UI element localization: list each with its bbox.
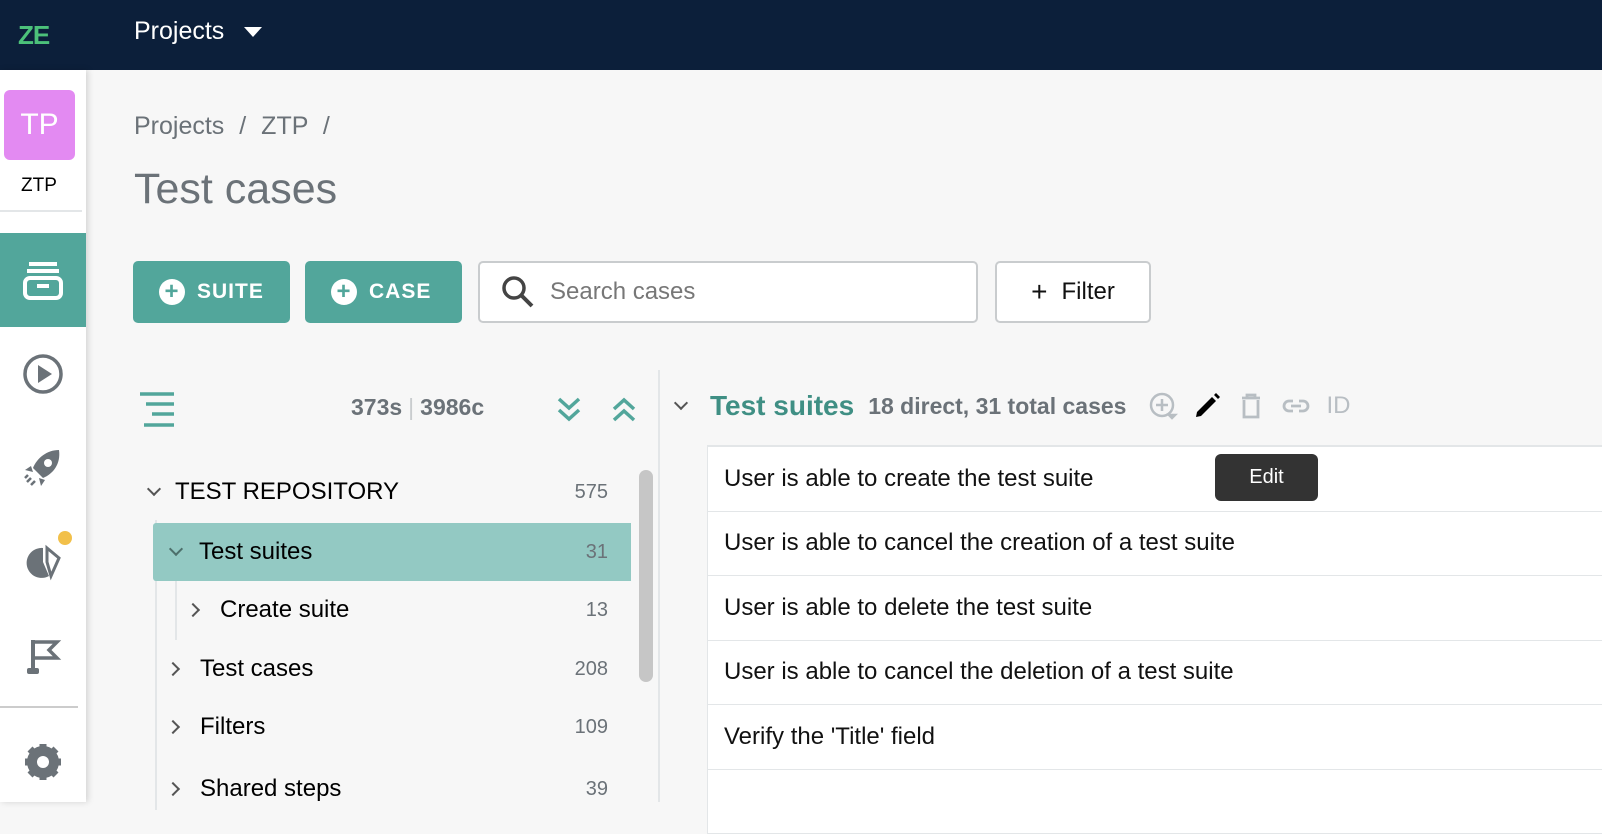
- panel-divider[interactable]: [658, 370, 660, 802]
- nav-settings[interactable]: [0, 715, 86, 809]
- chevron-right-icon[interactable]: [166, 720, 180, 734]
- tree-label: Filters: [200, 713, 265, 741]
- filter-button[interactable]: + Filter: [995, 261, 1151, 323]
- tree-item-test-suites[interactable]: Test suites 31: [153, 523, 631, 581]
- nav-releases[interactable]: [0, 421, 86, 515]
- suite-header: Test suites 18 direct, 31 total cases ID: [676, 390, 1350, 422]
- plus-circle-icon: +: [159, 279, 185, 305]
- tree-scrollbar[interactable]: [639, 470, 653, 682]
- suite-summary: 18 direct, 31 total cases: [868, 393, 1126, 420]
- search-box: [478, 261, 978, 323]
- breadcrumb-separator: /: [323, 112, 330, 140]
- search-input[interactable]: [550, 278, 950, 306]
- add-case-icon[interactable]: [1148, 391, 1178, 421]
- project-name: ZTP: [0, 175, 78, 197]
- tree-guide: [175, 580, 177, 640]
- tree-count: 575: [575, 481, 608, 504]
- tree-item-test-cases[interactable]: Test cases 208: [168, 640, 608, 698]
- plus-icon: +: [1031, 276, 1047, 308]
- projects-label: Projects: [134, 17, 224, 46]
- plus-circle-icon: +: [331, 279, 357, 305]
- reports-pie-icon: [21, 540, 65, 584]
- link-icon[interactable]: [1280, 391, 1312, 421]
- tree-label: Test cases: [200, 655, 313, 683]
- case-row[interactable]: User is able to create the test suite: [707, 447, 1602, 512]
- breadcrumb-projects[interactable]: Projects: [134, 112, 224, 140]
- chevron-right-icon[interactable]: [166, 782, 180, 796]
- tree-counts: 373s|3986c: [351, 394, 484, 421]
- play-icon: [21, 352, 65, 396]
- caret-down-icon: [244, 27, 262, 37]
- cases-count: 3986c: [420, 394, 484, 420]
- nav-test-runs[interactable]: [0, 327, 86, 421]
- nav-milestones[interactable]: [0, 609, 86, 703]
- rocket-icon: [21, 446, 65, 490]
- edit-pencil-icon[interactable]: [1192, 391, 1222, 421]
- gear-icon: [21, 740, 65, 784]
- chevron-down-icon[interactable]: [147, 482, 161, 496]
- tree-count: 31: [586, 541, 608, 564]
- tree-label: Shared steps: [200, 775, 341, 803]
- tree-item-create-suite[interactable]: Create suite 13: [188, 581, 608, 639]
- tree-root[interactable]: TEST REPOSITORY 575: [145, 463, 608, 521]
- add-suite-label: SUITE: [197, 280, 264, 304]
- breadcrumb-ztp[interactable]: ZTP: [261, 112, 308, 140]
- notification-badge: [58, 531, 72, 545]
- top-bar: ZE Projects: [0, 0, 1602, 70]
- add-suite-button[interactable]: + SUITE: [133, 261, 290, 323]
- tree-item-filters[interactable]: Filters 109: [168, 698, 608, 756]
- search-icon: [500, 274, 536, 310]
- tree-label: Create suite: [220, 596, 349, 624]
- test-cases-icon: [21, 258, 65, 302]
- flag-icon: [21, 634, 65, 678]
- chevron-down-icon[interactable]: [169, 542, 183, 556]
- app-logo[interactable]: ZE: [18, 20, 49, 51]
- case-list: User is able to create the test suite Us…: [707, 445, 1602, 834]
- tree-count: 208: [575, 658, 608, 681]
- breadcrumb: Projects / ZTP /: [134, 112, 330, 141]
- add-case-button[interactable]: + CASE: [305, 261, 462, 323]
- tree-label: Test suites: [199, 538, 312, 566]
- left-nav: TP ZTP: [0, 70, 86, 802]
- tree-item-shared-steps[interactable]: Shared steps 39: [168, 760, 608, 818]
- chevron-right-icon[interactable]: [186, 603, 200, 617]
- nav-reports[interactable]: [0, 515, 86, 609]
- nav-test-cases[interactable]: [0, 233, 86, 327]
- case-row[interactable]: User is able to cancel the deletion of a…: [707, 641, 1602, 706]
- case-row[interactable]: User is able to delete the test suite: [707, 576, 1602, 641]
- chevron-right-icon[interactable]: [166, 662, 180, 676]
- page-title: Test cases: [134, 165, 337, 214]
- tree-menu-icon[interactable]: [138, 392, 176, 428]
- copy-id-button[interactable]: ID: [1326, 392, 1350, 420]
- divider: [0, 210, 82, 212]
- add-case-label: CASE: [369, 280, 431, 304]
- case-row[interactable]: User is able to cancel the creation of a…: [707, 512, 1602, 577]
- tree-count: 39: [586, 778, 608, 801]
- projects-dropdown[interactable]: Projects: [134, 17, 262, 46]
- chevron-down-icon[interactable]: [674, 396, 688, 410]
- expand-all-icon[interactable]: [556, 396, 582, 424]
- project-avatar[interactable]: TP: [4, 90, 75, 160]
- suites-count: 373s: [351, 394, 402, 420]
- delete-trash-icon[interactable]: [1236, 391, 1266, 421]
- tree-count: 109: [575, 716, 608, 739]
- collapse-all-icon[interactable]: [611, 396, 637, 424]
- suite-title: Test suites: [710, 390, 854, 422]
- divider: [0, 706, 78, 708]
- case-row[interactable]: Verify the 'Title' field: [707, 705, 1602, 770]
- breadcrumb-separator: /: [239, 112, 246, 140]
- filter-label: Filter: [1062, 278, 1115, 306]
- edit-tooltip: Edit: [1215, 454, 1318, 501]
- tree-label: TEST REPOSITORY: [175, 478, 399, 506]
- tree-count: 13: [586, 599, 608, 622]
